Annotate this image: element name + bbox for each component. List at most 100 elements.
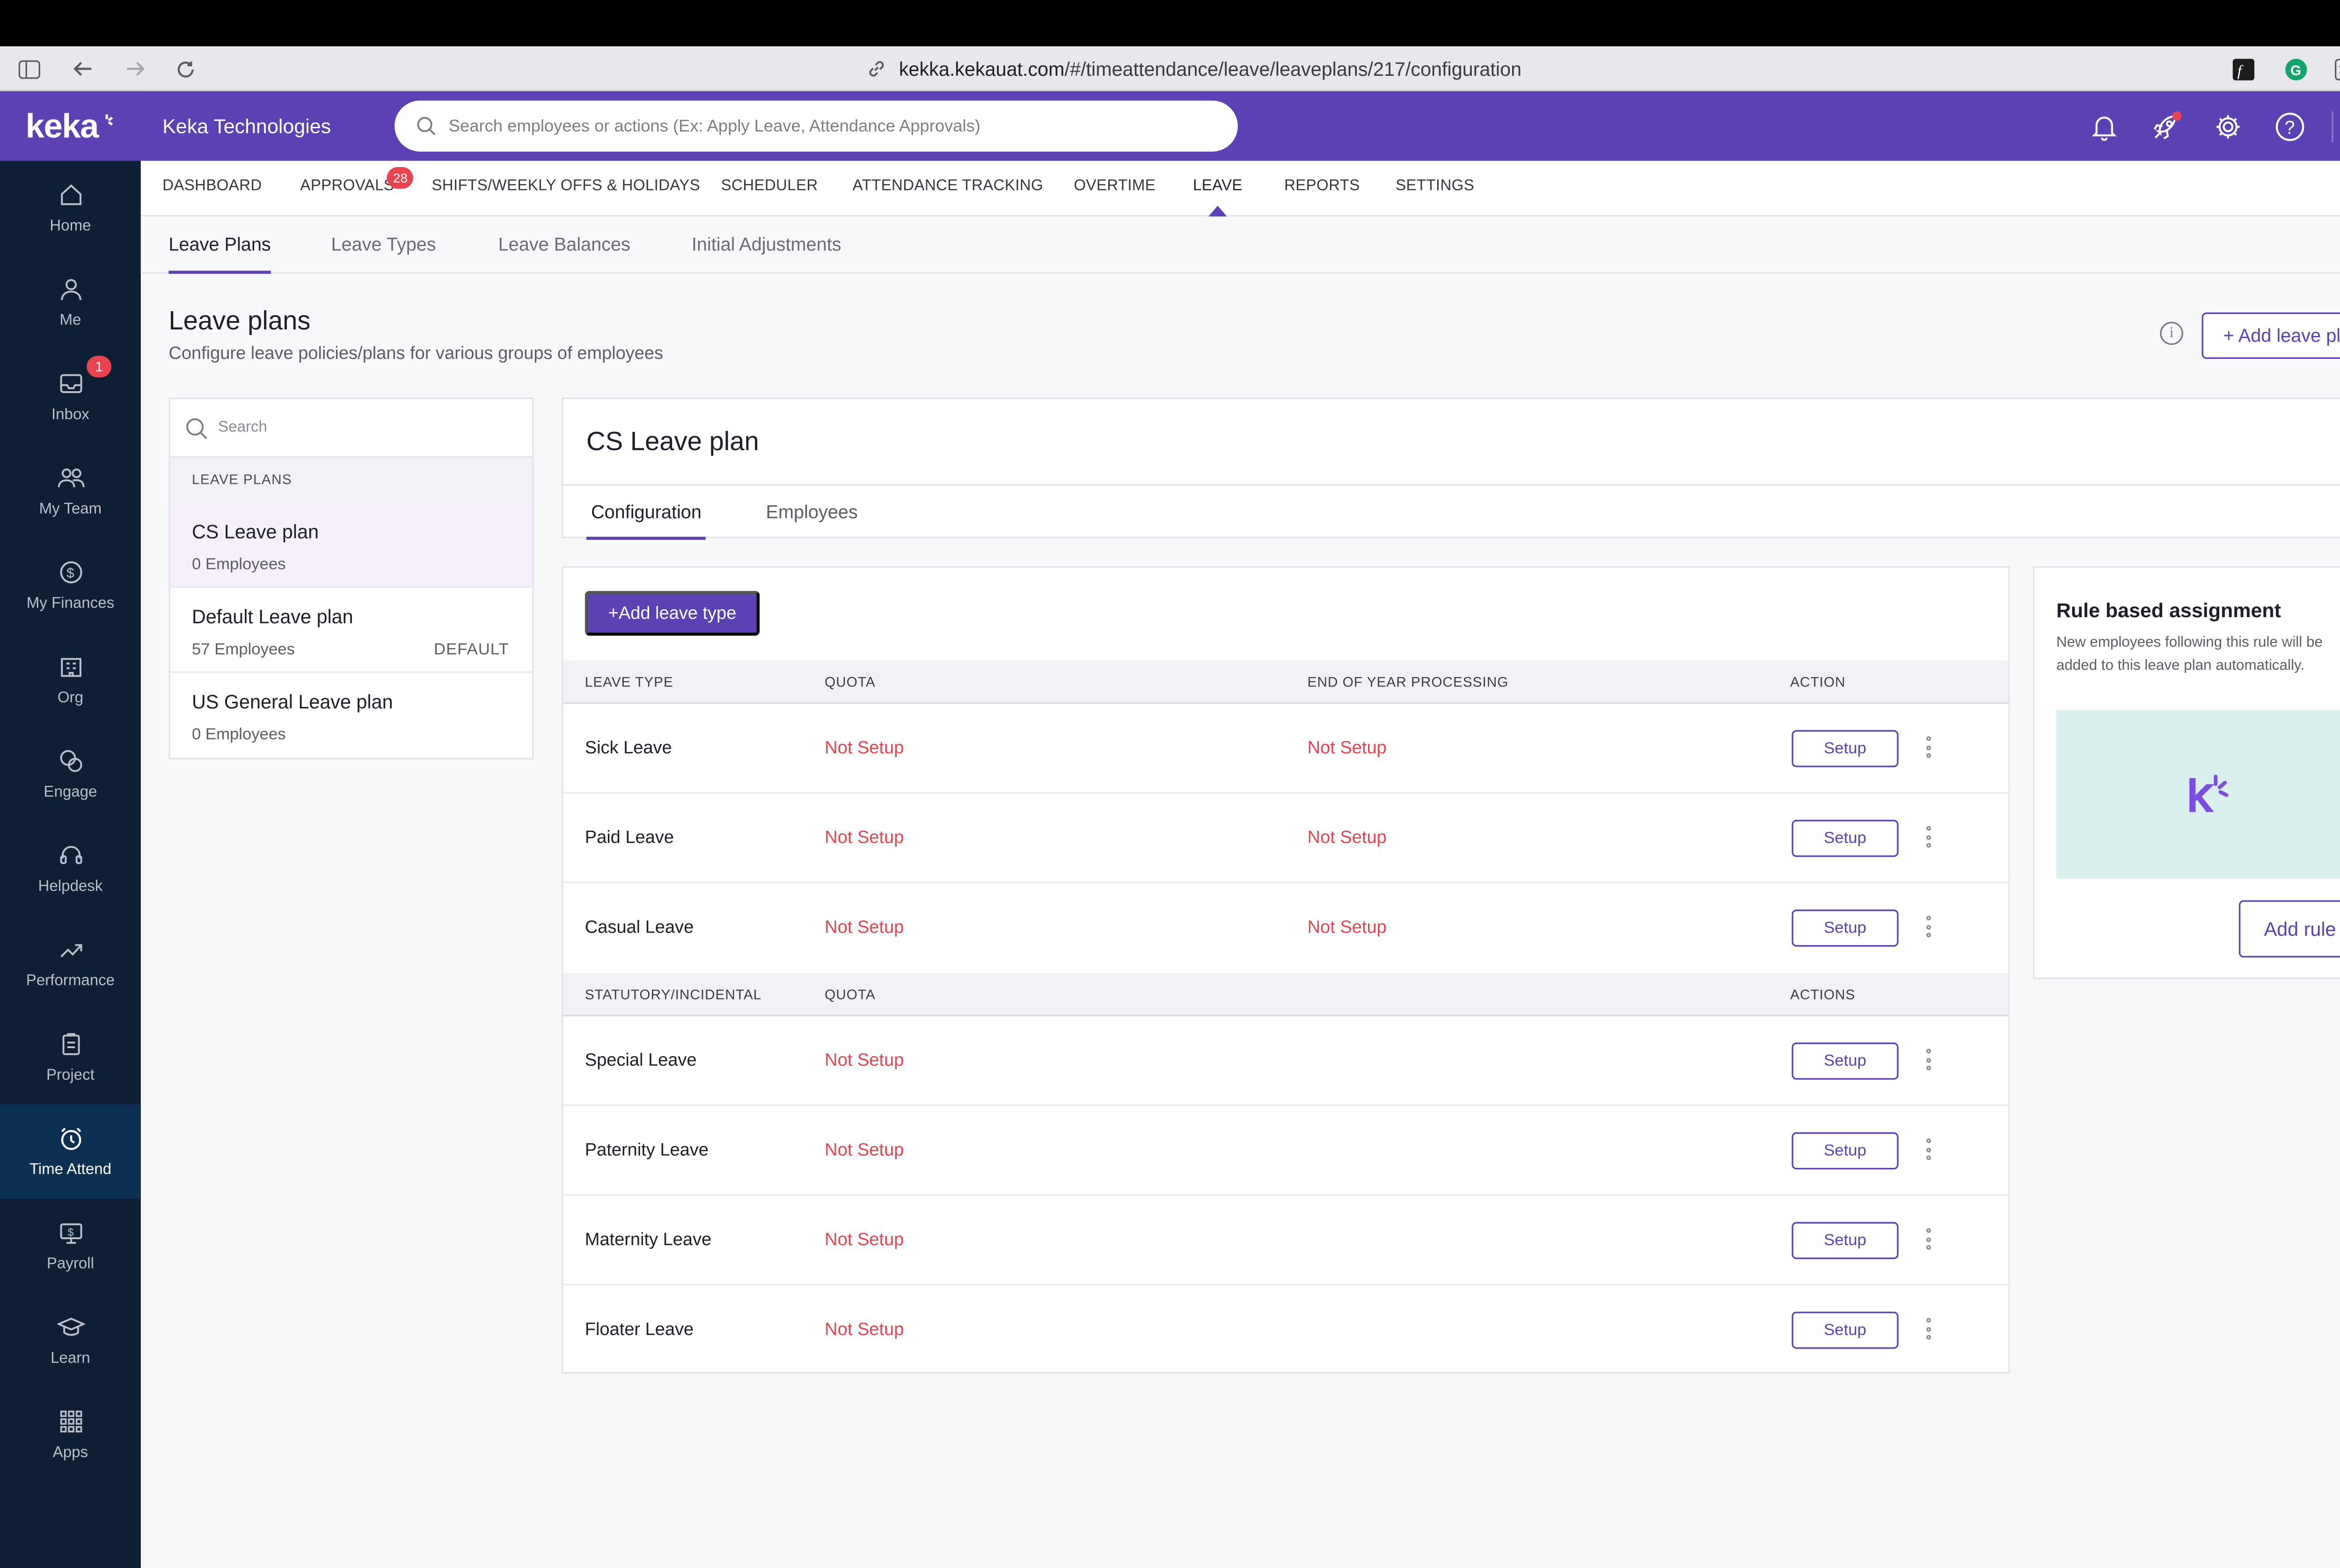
plan-search[interactable]: [170, 399, 533, 458]
subtab-leave-types[interactable]: Leave Types: [331, 217, 436, 274]
project-icon: [57, 1030, 85, 1058]
nav-time-attend[interactable]: Time Attend: [0, 1104, 141, 1199]
apps-icon: [57, 1408, 85, 1436]
add-leave-type-button[interactable]: +Add leave type: [585, 591, 760, 636]
tab-employees[interactable]: Employees: [766, 486, 858, 540]
subtab-initial-adjustments[interactable]: Initial Adjustments: [692, 217, 841, 274]
gear-icon[interactable]: [2211, 110, 2245, 144]
bell-icon[interactable]: [2087, 110, 2121, 144]
reload-icon[interactable]: [172, 46, 200, 91]
setup-button[interactable]: Setup: [1792, 1043, 1899, 1080]
tab-configuration[interactable]: Configuration: [586, 486, 706, 540]
column-header: QUOTA: [825, 674, 876, 690]
extension-formula-icon[interactable]: f: [2231, 46, 2256, 91]
row-more-icon[interactable]: [1925, 915, 1931, 938]
logo-text: keka: [25, 106, 99, 145]
rocket-icon[interactable]: [2149, 110, 2183, 144]
tab-approvals[interactable]: APPROVALS: [300, 161, 394, 217]
quota-status: Not Setup: [825, 919, 904, 938]
setup-button[interactable]: Setup: [1792, 1132, 1899, 1170]
setup-button[interactable]: Setup: [1792, 1222, 1899, 1259]
leave-type-name: Casual Leave: [585, 919, 694, 938]
row-more-icon[interactable]: [1925, 1228, 1931, 1250]
nav-project[interactable]: Project: [0, 1010, 141, 1105]
nav-my-finances[interactable]: $ My Finances: [0, 538, 141, 633]
nav-apps[interactable]: Apps: [0, 1387, 141, 1482]
tab-shifts[interactable]: SHIFTS/WEEKLY OFFS & HOLIDAYS: [431, 161, 700, 217]
nav-payroll[interactable]: $ Payroll: [0, 1199, 141, 1293]
nav-me[interactable]: Me: [0, 255, 141, 350]
nav-helpdesk[interactable]: Helpdesk: [0, 821, 141, 916]
forward-arrow-icon[interactable]: [121, 46, 149, 91]
subtab-leave-plans[interactable]: Leave Plans: [168, 217, 271, 274]
page-subtitle: Configure leave policies/plans for vario…: [168, 345, 664, 364]
global-search[interactable]: [395, 100, 1238, 152]
tab-dashboard[interactable]: DASHBOARD: [162, 161, 262, 217]
nav-label: Org: [57, 690, 83, 707]
nav-inbox[interactable]: Inbox 1: [0, 350, 141, 444]
nav-performance[interactable]: Performance: [0, 916, 141, 1010]
setup-button[interactable]: Setup: [1792, 820, 1899, 857]
org-icon: [57, 653, 85, 681]
add-leave-plan-button[interactable]: + Add leave plan: [2201, 312, 2340, 359]
list-item[interactable]: CS Leave plan 0 Employees: [170, 503, 533, 588]
row-more-icon[interactable]: [1925, 1138, 1931, 1160]
column-header: ACTION: [1790, 674, 1846, 690]
nav-org[interactable]: Org: [0, 633, 141, 727]
setup-button[interactable]: Setup: [1792, 730, 1899, 767]
performance-icon: [57, 936, 85, 964]
default-tag: DEFAULT: [434, 640, 509, 659]
list-item[interactable]: Default Leave plan 57 Employees DEFAULT: [170, 588, 533, 673]
setup-button[interactable]: Setup: [1792, 1312, 1899, 1349]
row-more-icon[interactable]: [1925, 1318, 1931, 1340]
row-more-icon[interactable]: [1925, 736, 1931, 758]
back-arrow-icon[interactable]: [68, 46, 96, 91]
tab-scheduler[interactable]: SCHEDULER: [721, 161, 818, 217]
keka-logo[interactable]: keka: [0, 91, 141, 161]
nav-label: My Finances: [26, 595, 115, 613]
module-tabs: DASHBOARD APPROVALS 28 SHIFTS/WEEKLY OFF…: [140, 160, 2340, 217]
setup-button[interactable]: Setup: [1792, 909, 1899, 947]
statutory-table-header: STATUTORY/INCIDENTAL QUOTA ACTIONS: [563, 973, 2009, 1016]
row-more-icon[interactable]: [1925, 1049, 1931, 1071]
nav-label: Apps: [52, 1444, 88, 1462]
url-path: /#/timeattendance/leave/leaveplans/217/c…: [1064, 58, 1522, 80]
tab-reports[interactable]: REPORTS: [1284, 161, 1360, 217]
extension-grammarly-icon[interactable]: G: [2284, 46, 2309, 91]
nav-engage[interactable]: Engage: [0, 727, 141, 822]
payroll-icon: $: [57, 1219, 85, 1247]
global-search-input[interactable]: [448, 117, 1238, 136]
column-header: STATUTORY/INCIDENTAL: [585, 987, 762, 1003]
plan-search-input[interactable]: [218, 419, 423, 437]
svg-text:G: G: [2290, 62, 2301, 78]
row-more-icon[interactable]: [1925, 826, 1931, 848]
leave-type-name: Sick Leave: [585, 739, 672, 758]
nav-label: Project: [46, 1067, 95, 1085]
sidebar-toggle-icon[interactable]: [15, 46, 44, 91]
approvals-badge: 28: [387, 167, 414, 189]
subtab-leave-balances[interactable]: Leave Balances: [498, 217, 630, 274]
eoy-status: Not Setup: [1307, 829, 1387, 848]
tab-settings[interactable]: SETTINGS: [1396, 161, 1474, 217]
plan-employee-count: 57 Employees: [191, 640, 295, 659]
header-divider: [2332, 111, 2333, 143]
extension-sliders-icon[interactable]: [2333, 46, 2340, 91]
link-icon: [869, 61, 884, 77]
list-item[interactable]: US General Leave plan 0 Employees: [170, 673, 533, 758]
home-icon: [57, 181, 85, 209]
leave-type-name: Maternity Leave: [585, 1231, 712, 1250]
plan-name: CS Leave plan: [191, 521, 319, 543]
plan-detail-header: CS Leave plan Configuration Employees: [562, 397, 2340, 540]
add-rule-button[interactable]: Add rule: [2238, 900, 2340, 958]
leave-type-name: Paid Leave: [585, 829, 674, 848]
nav-home[interactable]: Home: [0, 161, 141, 255]
learn-icon: [56, 1313, 85, 1342]
nav-my-team[interactable]: My Team: [0, 444, 141, 539]
plan-title: CS Leave plan: [586, 427, 759, 457]
address-bar[interactable]: kekka.kekauat.com/#/timeattendance/leave…: [866, 46, 1521, 91]
nav-learn[interactable]: Learn: [0, 1293, 141, 1388]
tab-attendance-tracking[interactable]: ATTENDANCE TRACKING: [853, 161, 1043, 217]
info-icon[interactable]: i: [2160, 321, 2183, 345]
tab-overtime[interactable]: OVERTIME: [1074, 161, 1155, 217]
help-icon[interactable]: ?: [2273, 110, 2307, 144]
